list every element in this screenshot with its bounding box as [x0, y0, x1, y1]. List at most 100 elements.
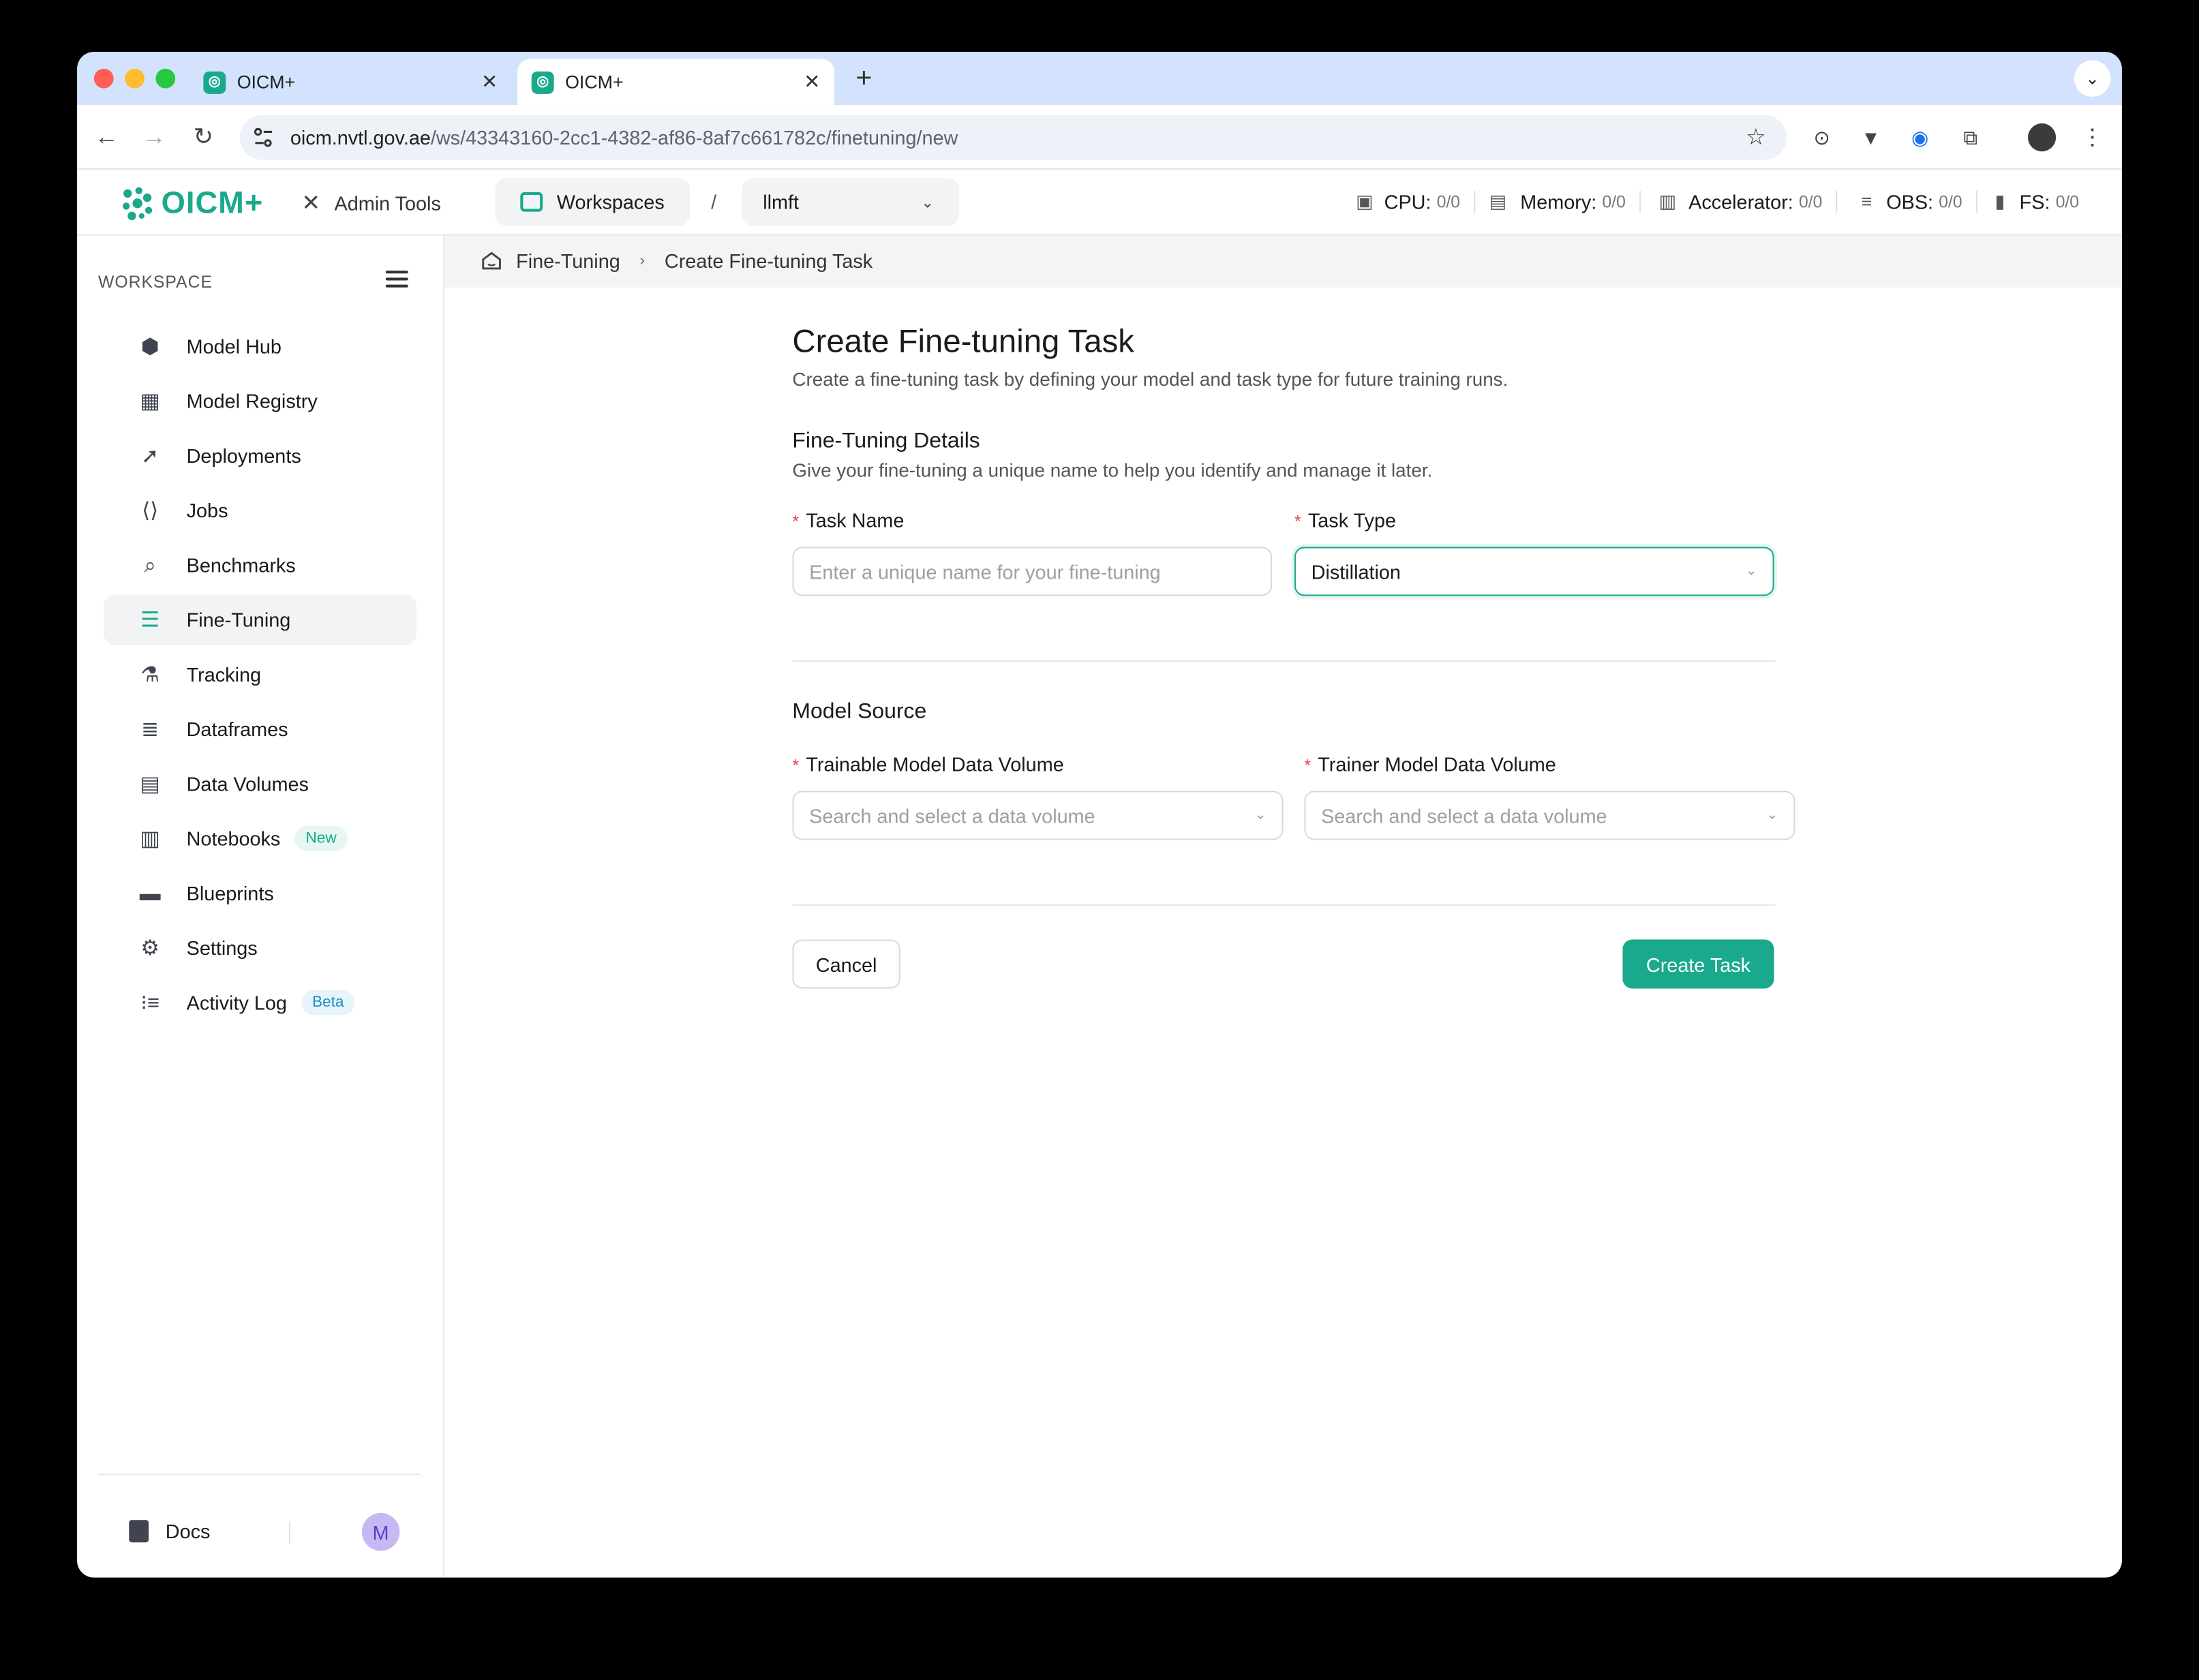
- details-heading: Fine-Tuning Details: [792, 429, 980, 453]
- sidebar-item-label: Jobs: [186, 499, 228, 522]
- chevron-down-icon: ⌄: [1766, 808, 1778, 823]
- cube-icon: ⬢: [140, 335, 160, 359]
- flask-icon: ⚗: [140, 663, 160, 688]
- required-marker: *: [792, 755, 800, 776]
- resource-label: CPU:: [1384, 190, 1431, 213]
- resource-label: FS:: [2019, 190, 2050, 213]
- sidebar-item-model-registry[interactable]: ▦ Model Registry: [104, 376, 416, 426]
- sidebar-nav: ⬢ Model Hub ▦ Model Registry ➚ Deploymen…: [104, 321, 417, 1032]
- select-placeholder: Search and select a data volume: [1321, 804, 1607, 827]
- minimize-window-button[interactable]: [125, 68, 145, 89]
- sidebar-item-label: Notebooks: [186, 827, 281, 850]
- bookmark-star-icon[interactable]: ☆: [1742, 123, 1770, 151]
- chart-search-icon: ⌕: [144, 553, 156, 577]
- sidebar-item-tracking[interactable]: ⚗ Tracking: [104, 650, 416, 700]
- task-name-label: * Task Name: [792, 509, 904, 532]
- browser-tab-1[interactable]: ◎ OICM+ ✕: [189, 59, 512, 105]
- tab-title: OICM+: [565, 71, 624, 93]
- admin-tools-link[interactable]: ✕ Admin Tools: [301, 182, 441, 224]
- sidebar-item-label: Data Volumes: [186, 772, 309, 795]
- main-content: Fine-Tuning › Create Fine-tuning Task Cr…: [444, 235, 2122, 1578]
- sidebar-item-data-volumes[interactable]: ▤ Data Volumes: [104, 759, 416, 809]
- chevron-down-icon: ⌄: [1745, 564, 1757, 579]
- breadcrumb-parent[interactable]: Fine-Tuning: [516, 249, 620, 272]
- close-tab-icon[interactable]: ✕: [479, 70, 501, 94]
- sidebar-item-label: Settings: [186, 936, 258, 960]
- breadcrumb-current: Create Fine-tuning Task: [664, 249, 873, 273]
- browser-toolbar: ← → ↻ oicm.nvtl.gov.ae/ws/43343160-2cc1-…: [77, 105, 2122, 170]
- zoom-window-button[interactable]: [155, 68, 176, 89]
- memory-icon: ▤: [1489, 190, 1506, 212]
- browser-window: ◎ OICM+ ✕ ◎ OICM+ ✕ + ⌄ ← → ↻ oicm.nvtl.…: [77, 52, 2122, 1578]
- sidebar-item-deployments[interactable]: ➚ Deployments: [104, 431, 416, 481]
- close-tab-icon[interactable]: ✕: [801, 70, 823, 94]
- workspaces-button[interactable]: Workspaces: [495, 178, 691, 226]
- vpn-extension-icon[interactable]: ▼: [1857, 123, 1885, 151]
- task-name-input[interactable]: Enter a unique name for your fine-tuning: [792, 547, 1273, 596]
- avatar[interactable]: M: [361, 1512, 400, 1551]
- reload-icon[interactable]: ↻: [189, 123, 217, 151]
- sidebar-item-label: Deployments: [186, 444, 301, 468]
- resource-value: 0/0: [1602, 192, 1626, 212]
- address-bar[interactable]: oicm.nvtl.gov.ae/ws/43343160-2cc1-4382-a…: [239, 114, 1787, 160]
- tab-search-button[interactable]: ⌄: [2074, 60, 2111, 97]
- docs-link[interactable]: Docs: [129, 1520, 210, 1543]
- new-badge: New: [294, 825, 348, 851]
- resource-label: OBS:: [1886, 190, 1934, 213]
- breadcrumb-bar: Fine-Tuning › Create Fine-tuning Task: [444, 235, 2122, 288]
- trainable-volume-select[interactable]: Search and select a data volume ⌄: [792, 791, 1284, 840]
- site-settings-icon[interactable]: [251, 125, 276, 150]
- task-type-select[interactable]: Distillation ⌄: [1294, 547, 1774, 596]
- list-icon: ⁝≡: [140, 991, 160, 1015]
- workspace-selector[interactable]: llmft ⌄: [742, 178, 960, 226]
- gear-icon: ⚙: [140, 936, 160, 961]
- close-window-button[interactable]: [93, 68, 114, 89]
- rocket-icon: ➚: [141, 444, 160, 469]
- url-text[interactable]: oicm.nvtl.gov.ae/ws/43343160-2cc1-4382-a…: [290, 126, 1742, 149]
- browser-menu-icon[interactable]: ⋮: [2078, 123, 2106, 151]
- sidebar-item-dataframes[interactable]: ≣ Dataframes: [104, 704, 416, 754]
- sidebar-item-notebooks[interactable]: ▥ Notebooks New: [104, 813, 416, 864]
- database-icon: ≡: [1861, 190, 1872, 212]
- sidebar-section-label: WORKSPACE: [98, 272, 213, 292]
- sidebar-item-jobs[interactable]: ⟨⟩ Jobs: [104, 485, 416, 536]
- model-source-heading: Model Source: [792, 699, 927, 724]
- forward-icon[interactable]: →: [140, 123, 168, 151]
- blueprint-icon: ▬: [139, 881, 161, 906]
- browser-tab-2[interactable]: ◎ OICM+ ✕: [517, 59, 835, 106]
- extensions-puzzle-icon[interactable]: ⧉: [1956, 123, 1984, 151]
- task-type-label: * Task Type: [1294, 509, 1396, 532]
- workspace-selected: llmft: [763, 190, 800, 213]
- trainer-volume-select[interactable]: Search and select a data volume ⌄: [1304, 791, 1795, 840]
- url-path: /ws/43343160-2cc1-4382-af86-8af7c661782c…: [430, 126, 958, 149]
- admin-tools-label: Admin Tools: [334, 192, 441, 215]
- sidebar-item-activity-log[interactable]: ⁝≡ Activity Log Beta: [104, 977, 416, 1028]
- extension-icon[interactable]: ⊙: [1808, 123, 1836, 151]
- tab-title: OICM+: [237, 71, 296, 93]
- oicm-logo[interactable]: OICM+: [119, 185, 263, 222]
- section-divider: [792, 904, 1776, 906]
- sidebar-item-model-hub[interactable]: ⬢ Model Hub: [104, 321, 416, 371]
- create-task-button[interactable]: Create Task: [1622, 939, 1774, 989]
- home-icon[interactable]: [481, 251, 502, 271]
- path-separator: /: [711, 190, 717, 213]
- accelerator-icon: ▥: [1658, 190, 1676, 212]
- required-marker: *: [1304, 755, 1311, 776]
- select-value: Distillation: [1311, 560, 1401, 583]
- menu-toggle-icon[interactable]: [385, 271, 408, 290]
- required-marker: *: [1294, 511, 1301, 532]
- sidebar-item-settings[interactable]: ⚙ Settings: [104, 923, 416, 973]
- cpu-icon: ▣: [1356, 190, 1374, 212]
- sidebar-item-fine-tuning[interactable]: ☰ Fine-Tuning: [104, 594, 417, 645]
- sliders-icon: ☰: [140, 608, 160, 632]
- resource-obs: ≡ OBS: 0/0: [1857, 190, 1978, 213]
- sidebar-item-label: Model Hub: [186, 335, 282, 358]
- back-icon[interactable]: ←: [93, 123, 121, 151]
- password-extension-icon[interactable]: ◉: [1906, 123, 1934, 151]
- profile-avatar[interactable]: [2028, 123, 2057, 152]
- sidebar-item-blueprints[interactable]: ▬ Blueprints: [104, 868, 416, 919]
- cancel-button[interactable]: Cancel: [792, 939, 900, 989]
- new-tab-button[interactable]: +: [849, 63, 879, 94]
- sidebar-item-benchmarks[interactable]: ⌕ Benchmarks: [104, 540, 416, 590]
- resource-label: Accelerator:: [1688, 190, 1793, 213]
